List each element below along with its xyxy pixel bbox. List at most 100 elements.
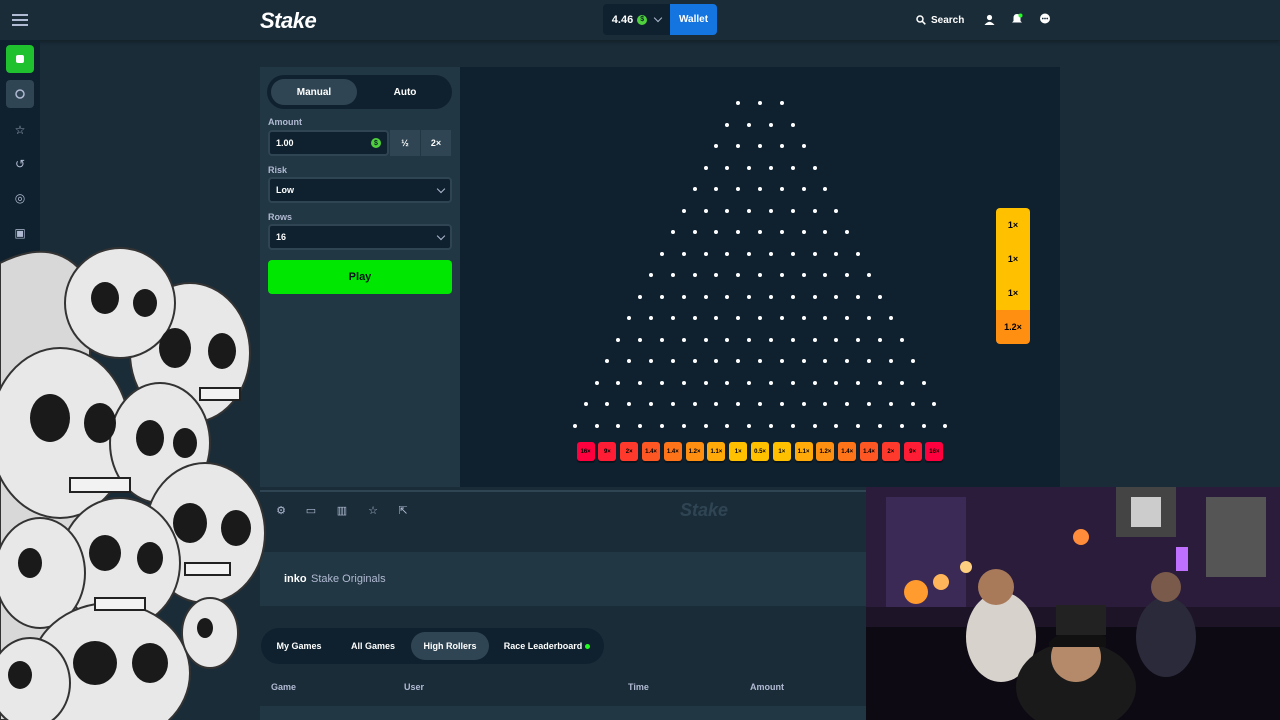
peg [910, 359, 915, 363]
peg [812, 251, 817, 256]
tab-race-leaderboard[interactable]: Race Leaderboard [494, 632, 600, 660]
peg [638, 423, 643, 428]
peg [638, 337, 643, 342]
rows-select[interactable]: 16 [268, 224, 452, 250]
peg [692, 316, 697, 320]
peg [812, 294, 817, 299]
peg [790, 423, 795, 428]
notifications-icon[interactable] [1010, 12, 1024, 26]
peg [834, 208, 839, 213]
multiplier-bucket: 1.2× [816, 442, 835, 461]
peg [877, 423, 882, 428]
peg [659, 294, 664, 299]
search-button[interactable]: Search [916, 10, 964, 30]
peg [801, 359, 806, 363]
tab-all-games[interactable]: All Games [340, 632, 406, 660]
peg [572, 423, 577, 428]
balance-dropdown[interactable]: 4.46 $ [603, 4, 670, 35]
peg [703, 251, 708, 256]
peg [834, 337, 839, 342]
recent-icon[interactable]: ↺ [6, 150, 34, 178]
peg [758, 230, 762, 234]
casino-icon[interactable] [6, 45, 34, 73]
peg [725, 251, 730, 256]
rows-value: 16 [276, 232, 287, 242]
play-button[interactable]: Play [268, 260, 452, 294]
peg [888, 402, 893, 406]
peg [681, 337, 686, 342]
peg [899, 380, 904, 385]
popout-icon[interactable]: ⇱ [396, 503, 410, 517]
peg [867, 402, 871, 406]
peg [856, 423, 861, 428]
peg [703, 337, 708, 342]
favourites-icon[interactable]: ☆ [6, 116, 34, 144]
multiplier-bucket: 1.4× [642, 442, 660, 461]
peg [747, 337, 752, 342]
peg [703, 165, 708, 170]
multiplier-bucket: 16× [925, 442, 944, 461]
peg [779, 273, 784, 277]
peg [725, 337, 730, 342]
peg [921, 423, 926, 428]
peg [692, 187, 697, 191]
peg [768, 165, 773, 170]
column-amount: Amount [750, 682, 784, 692]
race-leaderboard-label: Race Leaderboard [503, 641, 583, 651]
peg [659, 337, 664, 342]
risk-select[interactable]: Low [268, 177, 452, 203]
peg [670, 402, 675, 406]
amount-value: 1.00 [276, 138, 294, 148]
column-user: User [404, 682, 425, 692]
chat-icon[interactable] [1038, 12, 1052, 26]
stake-logo[interactable]: Stake [260, 8, 317, 34]
balance-value: 4.46 [611, 13, 634, 26]
peg [725, 294, 730, 299]
user-icon[interactable] [982, 12, 996, 26]
peg [867, 316, 871, 320]
theatre-mode-icon[interactable]: ▭ [304, 503, 318, 517]
peg [649, 402, 653, 406]
amount-input[interactable]: 1.00 $ [268, 130, 389, 156]
favourite-icon[interactable]: ☆ [366, 503, 380, 517]
peg [790, 337, 795, 342]
sports-icon[interactable] [6, 80, 34, 108]
wallet-button[interactable]: Wallet [670, 4, 717, 35]
result-history-item: 1× [996, 276, 1030, 310]
peg [670, 273, 675, 277]
peg [834, 251, 839, 256]
peg [768, 122, 773, 127]
challenges-icon[interactable]: ◎ [6, 184, 34, 212]
peg [649, 316, 653, 320]
multiplier-bucket: 1.1× [794, 442, 813, 461]
peg [616, 423, 621, 428]
peg [758, 144, 762, 148]
result-history-item: 1× [996, 242, 1030, 276]
peg [594, 380, 599, 385]
multiplier-bucket: 1× [772, 442, 791, 461]
peg [692, 273, 697, 277]
double-amount-button[interactable]: 2× [421, 130, 451, 156]
menu-icon[interactable] [12, 12, 28, 28]
tab-auto[interactable]: Auto [362, 79, 448, 105]
peg [681, 294, 686, 299]
peg [638, 380, 643, 385]
peg [768, 423, 773, 428]
peg [790, 294, 795, 299]
game-provider[interactable]: Stake Originals [311, 573, 386, 585]
peg [888, 316, 893, 320]
peg [779, 101, 784, 105]
peg [616, 337, 621, 342]
peg [659, 423, 664, 428]
peg [801, 402, 806, 406]
tab-manual[interactable]: Manual [271, 79, 357, 105]
tab-high-rollers[interactable]: High Rollers [411, 632, 489, 660]
peg [801, 316, 806, 320]
peg [812, 165, 817, 170]
multiplier-bucket: 2× [620, 442, 639, 461]
peg [812, 380, 817, 385]
table-row[interactable] [260, 706, 866, 720]
stats-icon[interactable]: ▥ [335, 503, 349, 517]
plinko-board [460, 67, 1060, 487]
half-amount-button[interactable]: ½ [390, 130, 420, 156]
